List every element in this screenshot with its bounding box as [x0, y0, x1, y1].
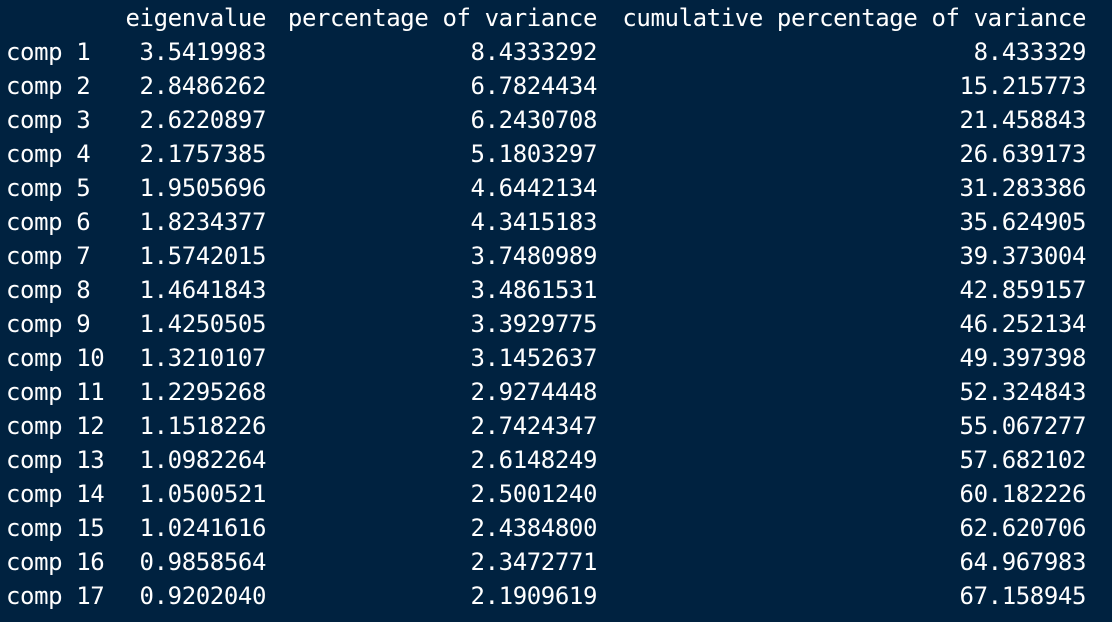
row-label: comp 2 [6, 72, 91, 100]
table-row: comp 8 1.4641843 3.4861531 42.859157 [0, 273, 1112, 307]
cumulative-percentage-cell: 49.397398 [959, 344, 1087, 372]
row-label: comp 3 [6, 106, 91, 134]
percentage-of-variance-cell: 3.4861531 [470, 276, 598, 304]
cumulative-percentage-cell: 8.433329 [973, 38, 1087, 66]
eigenvalue-cell: 3.5419983 [139, 38, 267, 66]
cumulative-percentage-cell: 39.373004 [959, 242, 1087, 270]
percentage-of-variance-cell: 2.6148249 [470, 446, 598, 474]
eigenvalue-cell: 1.0241616 [139, 514, 267, 542]
header-eigenvalue: eigenvalue [125, 4, 267, 32]
row-label: comp 14 [6, 480, 105, 508]
row-label: comp 6 [6, 208, 91, 236]
table-row: comp 16 0.9858564 2.3472771 64.967983 [0, 545, 1112, 579]
percentage-of-variance-cell: 5.1803297 [470, 140, 598, 168]
percentage-of-variance-cell: 6.2430708 [470, 106, 598, 134]
table-row: comp 7 1.5742015 3.7480989 39.373004 [0, 239, 1112, 273]
cumulative-percentage-cell: 57.682102 [959, 446, 1087, 474]
eigenvalue-cell: 1.1518226 [139, 412, 267, 440]
table-row: comp 15 1.0241616 2.4384800 62.620706 [0, 511, 1112, 545]
table-row: comp 14 1.0500521 2.5001240 60.182226 [0, 477, 1112, 511]
table-row: comp 4 2.1757385 5.1803297 26.639173 [0, 137, 1112, 171]
cumulative-percentage-cell: 46.252134 [959, 310, 1087, 338]
cumulative-percentage-cell: 67.158945 [959, 582, 1087, 610]
cumulative-percentage-cell: 26.639173 [959, 140, 1087, 168]
table-row: comp 1 3.5419983 8.4333292 8.433329 [0, 35, 1112, 69]
row-label: comp 1 [6, 38, 91, 66]
row-label: comp 5 [6, 174, 91, 202]
console-output: eigenvalue percentage of variance cumula… [0, 0, 1112, 622]
eigenvalue-cell: 1.9505696 [139, 174, 267, 202]
eigenvalue-cell: 1.0500521 [139, 480, 267, 508]
table-row: comp 2 2.8486262 6.7824434 15.215773 [0, 69, 1112, 103]
percentage-of-variance-cell: 2.5001240 [470, 480, 598, 508]
eigenvalue-cell: 1.5742015 [139, 242, 267, 270]
eigenvalue-cell: 2.8486262 [139, 72, 267, 100]
row-label: comp 4 [6, 140, 91, 168]
row-label: comp 7 [6, 242, 91, 270]
eigenvalue-cell: 1.0982264 [139, 446, 267, 474]
table-row: comp 6 1.8234377 4.3415183 35.624905 [0, 205, 1112, 239]
eigenvalue-cell: 0.9858564 [139, 548, 267, 576]
eigenvalue-cell: 0.9202040 [139, 582, 267, 610]
percentage-of-variance-cell: 6.7824434 [470, 72, 598, 100]
table-row: comp 13 1.0982264 2.6148249 57.682102 [0, 443, 1112, 477]
table-row: comp 3 2.6220897 6.2430708 21.458843 [0, 103, 1112, 137]
row-label: comp 8 [6, 276, 91, 304]
cumulative-percentage-cell: 31.283386 [959, 174, 1087, 202]
cumulative-percentage-cell: 42.859157 [959, 276, 1087, 304]
table-row: comp 5 1.9505696 4.6442134 31.283386 [0, 171, 1112, 205]
row-label: comp 13 [6, 446, 105, 474]
percentage-of-variance-cell: 2.3472771 [470, 548, 598, 576]
percentage-of-variance-cell: 4.6442134 [470, 174, 598, 202]
header-cumulative-percentage-of-variance: cumulative percentage of variance [622, 4, 1086, 32]
eigenvalue-cell: 1.4641843 [139, 276, 267, 304]
percentage-of-variance-cell: 2.9274448 [470, 378, 598, 406]
table-row: comp 17 0.9202040 2.1909619 67.158945 [0, 579, 1112, 613]
percentage-of-variance-cell: 2.4384800 [470, 514, 598, 542]
cumulative-percentage-cell: 64.967983 [959, 548, 1087, 576]
row-label: comp 17 [6, 582, 105, 610]
cumulative-percentage-cell: 21.458843 [959, 106, 1087, 134]
eigenvalue-cell: 1.3210107 [139, 344, 267, 372]
row-label: comp 9 [6, 310, 91, 338]
cumulative-percentage-cell: 62.620706 [959, 514, 1087, 542]
eigenvalue-cell: 2.1757385 [139, 140, 267, 168]
percentage-of-variance-cell: 3.3929775 [470, 310, 598, 338]
row-label: comp 12 [6, 412, 105, 440]
row-label: comp 11 [6, 378, 105, 406]
cumulative-percentage-cell: 55.067277 [959, 412, 1087, 440]
table-header-row: eigenvalue percentage of variance cumula… [0, 1, 1112, 35]
table-row: comp 9 1.4250505 3.3929775 46.252134 [0, 307, 1112, 341]
percentage-of-variance-cell: 2.1909619 [470, 582, 598, 610]
cumulative-percentage-cell: 35.624905 [959, 208, 1087, 236]
percentage-of-variance-cell: 3.7480989 [470, 242, 598, 270]
row-label: comp 16 [6, 548, 105, 576]
percentage-of-variance-cell: 2.7424347 [470, 412, 598, 440]
percentage-of-variance-cell: 8.4333292 [470, 38, 598, 66]
cumulative-percentage-cell: 15.215773 [959, 72, 1087, 100]
eigenvalue-cell: 1.2295268 [139, 378, 267, 406]
percentage-of-variance-cell: 3.1452637 [470, 344, 598, 372]
percentage-of-variance-cell: 4.3415183 [470, 208, 598, 236]
eigenvalue-cell: 1.4250505 [139, 310, 267, 338]
cumulative-percentage-cell: 60.182226 [959, 480, 1087, 508]
table-row: comp 12 1.1518226 2.7424347 55.067277 [0, 409, 1112, 443]
row-label: comp 15 [6, 514, 105, 542]
eigenvalue-cell: 2.6220897 [139, 106, 267, 134]
cumulative-percentage-cell: 52.324843 [959, 378, 1087, 406]
table-row: comp 10 1.3210107 3.1452637 49.397398 [0, 341, 1112, 375]
table-row-cut-off [0, 612, 1112, 622]
table-row: comp 11 1.2295268 2.9274448 52.324843 [0, 375, 1112, 409]
header-percentage-of-variance: percentage of variance [287, 4, 597, 32]
eigenvalue-cell: 1.8234377 [139, 208, 267, 236]
row-label: comp 10 [6, 344, 105, 372]
